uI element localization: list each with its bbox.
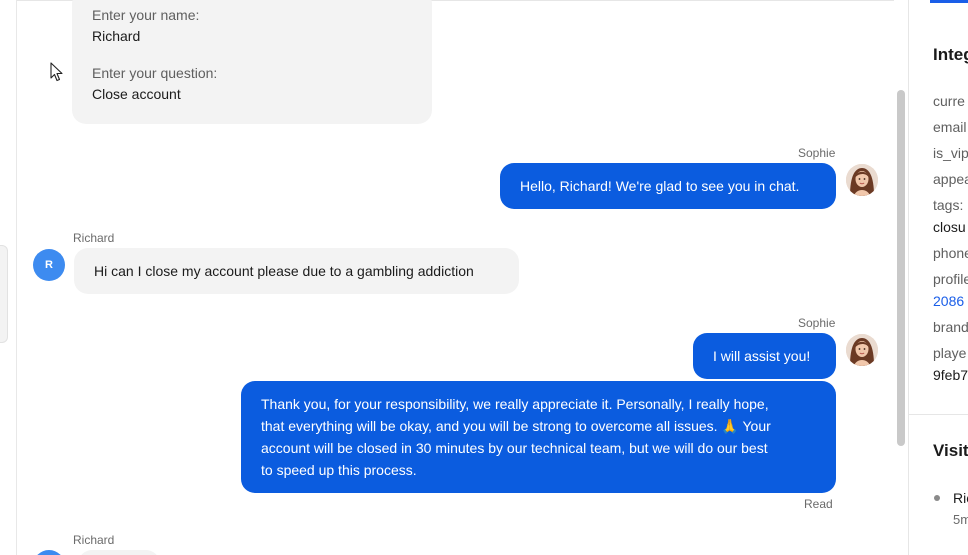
agent-avatar — [846, 164, 878, 196]
question-label: Enter your question: — [92, 65, 218, 81]
chat-scrollbar[interactable] — [894, 0, 908, 555]
agent-message-bubble[interactable]: Hello, Richard! We're glad to see you in… — [500, 163, 836, 209]
field-key: brand — [933, 319, 968, 335]
integrations-title: Integ — [933, 45, 968, 64]
details-panel: Integ curre email is_vip appea tags: clo… — [908, 0, 968, 555]
visitor-message-bubble[interactable] — [78, 550, 160, 555]
section-divider — [909, 414, 968, 415]
name-label: Enter your name: — [92, 7, 200, 23]
message-text: Hello, Richard! We're glad to see you in… — [520, 178, 800, 194]
message-sender: Richard — [73, 533, 115, 547]
field-key: profile — [933, 271, 968, 287]
field-key: playe — [933, 345, 967, 361]
scrollbar-thumb[interactable] — [897, 90, 905, 446]
message-sender: Sophie — [798, 146, 836, 160]
message-line: that everything will be okay, and you wi… — [261, 418, 771, 434]
field-value: 9feb7 — [933, 367, 968, 383]
message-line: Thank you, for your responsibility, we r… — [261, 396, 769, 412]
field-key: tags: — [933, 197, 964, 213]
question-value: Close account — [92, 86, 181, 102]
field-key: is_vip — [933, 145, 968, 161]
agent-message-bubble[interactable]: I will assist you! — [693, 333, 836, 379]
message-text: I will assist you! — [713, 348, 811, 364]
field-key: phone — [933, 245, 968, 261]
visit-name[interactable]: Ric — [953, 490, 968, 506]
message-sender: Richard — [73, 231, 115, 245]
left-collapse-handle[interactable] — [0, 245, 8, 343]
message-sender: Sophie — [798, 316, 836, 330]
message-line: to speed up this process. — [261, 462, 417, 478]
visitor-avatar: R — [33, 249, 65, 281]
visit-time: 5m — [953, 512, 968, 527]
visit-bullet-icon — [934, 495, 940, 501]
field-key: curre — [933, 93, 965, 109]
agent-avatar-image — [846, 164, 878, 196]
field-key: email — [933, 119, 967, 135]
chat-transcript[interactable]: Enter your name: Richard Enter your ques… — [18, 0, 894, 555]
visitor-message-bubble[interactable]: Hi can I close my account please due to … — [74, 248, 519, 294]
read-status: Read — [804, 497, 833, 511]
agent-avatar-image — [846, 334, 878, 366]
agent-message-bubble[interactable]: Thank you, for your responsibility, we r… — [241, 381, 836, 493]
profile-link[interactable]: 2086 — [933, 293, 964, 309]
message-text: Hi can I close my account please due to … — [94, 263, 474, 279]
agent-avatar — [846, 334, 878, 366]
active-tab-indicator — [930, 0, 968, 3]
prechat-form-card: Enter your name: Richard Enter your ques… — [72, 0, 432, 124]
field-key: appea — [933, 171, 968, 187]
field-value: closu — [933, 219, 966, 235]
message-line: account will be closed in 30 minutes by … — [261, 440, 768, 456]
mouse-cursor-icon — [50, 62, 63, 82]
visitor-avatar — [33, 550, 65, 555]
visits-title: Visit — [933, 441, 968, 460]
name-value: Richard — [92, 28, 141, 44]
